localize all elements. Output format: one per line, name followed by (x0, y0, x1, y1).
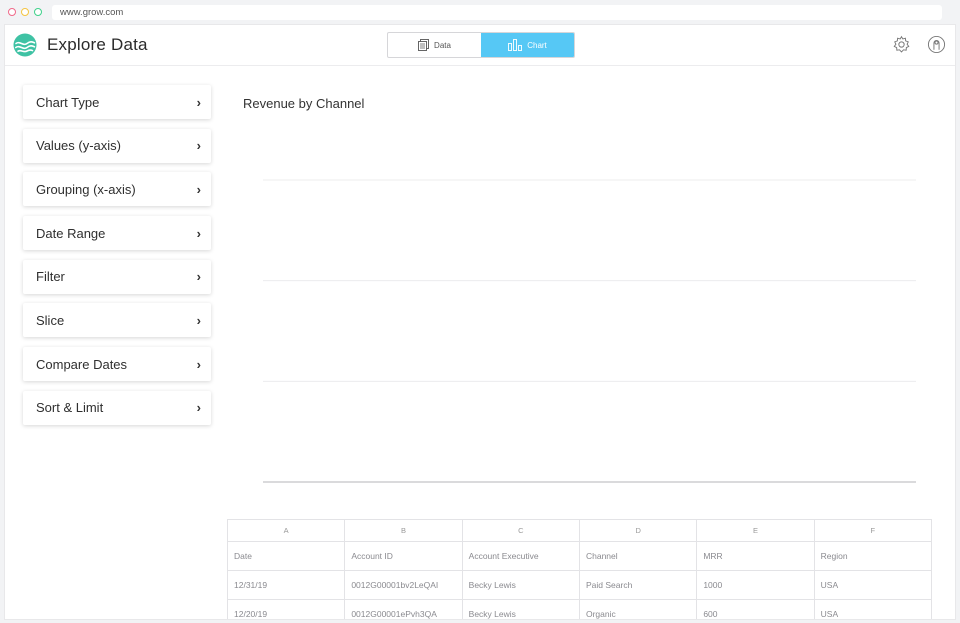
sidebar-item-compare-dates[interactable]: Compare Dates › (23, 347, 211, 382)
table-cell[interactable]: 600 (696, 599, 815, 619)
column-letter-row: ABCDEF (226, 519, 933, 542)
table-cell[interactable]: 0012G00001bv2LeQAI (344, 570, 463, 600)
table-row: 12/31/19 0012G00001bv2LeQAI Becky Lewis Pai… (226, 570, 933, 600)
sidebar-item-grouping[interactable]: Grouping (x-axis) › (23, 172, 211, 207)
tab-data-label: Data (434, 40, 451, 50)
sidebar-item-label: Chart Type (36, 94, 100, 110)
sidebar-item-label: Date Range (36, 225, 106, 241)
user-icon[interactable] (927, 35, 946, 54)
chevron-right-icon: › (196, 356, 201, 372)
table-cell[interactable]: Account Executive (461, 541, 580, 571)
tab-data[interactable]: Data (388, 33, 481, 57)
chevron-right-icon: › (196, 312, 201, 328)
chart-area: Revenue by Channel (227, 85, 927, 515)
chart-options-sidebar: Chart Type › Values (y-axis) › Grouping … (23, 85, 211, 435)
table-cell[interactable]: Becky Lewis (461, 599, 580, 619)
bar-chart-icon (508, 39, 523, 51)
maximize-window-button[interactable] (34, 8, 42, 16)
view-toggle: Data Chart (387, 32, 575, 58)
page-title: Explore Data (47, 35, 148, 54)
tab-chart-label: Chart (527, 40, 547, 50)
gear-icon[interactable] (892, 35, 911, 54)
table-cell[interactable]: USA (813, 570, 933, 600)
table-header-row: Date Account ID Account Executive Channel MR… (226, 541, 933, 571)
table-cell[interactable]: Organic (578, 599, 698, 619)
sidebar-item-label: Grouping (x-axis) (36, 181, 136, 197)
app-header: Explore Data Data Chart (5, 25, 955, 66)
table-cell[interactable]: USA (813, 599, 933, 619)
table-cell[interactable]: A (226, 519, 346, 542)
chevron-right-icon: › (196, 94, 201, 110)
sidebar-item-label: Sort & Limit (36, 400, 104, 416)
grow-logo-icon (13, 33, 37, 57)
sidebar-item-sort-limit[interactable]: Sort & Limit › (23, 390, 211, 425)
url-bar[interactable]: www.grow.com (52, 5, 942, 20)
table-cell[interactable]: E (696, 519, 815, 542)
sidebar-item-label: Compare Dates (36, 356, 128, 372)
table-cell[interactable]: MRR (696, 541, 815, 571)
chevron-right-icon: › (196, 225, 201, 241)
table-cell[interactable]: Paid Search (578, 570, 698, 600)
close-window-button[interactable] (8, 8, 16, 16)
table-cell[interactable]: F (813, 519, 933, 542)
table-cell[interactable]: C (461, 519, 580, 542)
sidebar-item-values[interactable]: Values (y-axis) › (23, 128, 211, 163)
data-table: A B C D E F Date Account ID Account Executive Cha… (226, 519, 933, 619)
table-cell[interactable]: 1000 (696, 570, 815, 600)
table-cell[interactable]: 0012G00001ePvh3QA (344, 599, 463, 619)
app-window: Explore Data Data Chart Chart Type › Val… (4, 24, 956, 620)
table-cell[interactable]: Becky Lewis (461, 570, 580, 600)
sidebar-item-label: Slice (36, 312, 65, 328)
sidebar-item-date-range[interactable]: Date Range › (23, 216, 211, 251)
tab-chart[interactable]: Chart (481, 33, 574, 57)
chart-plot (263, 179, 916, 483)
sidebar-item-label: Values (y-axis) (36, 138, 122, 154)
table-cell[interactable]: B (344, 519, 463, 542)
chevron-right-icon: › (196, 138, 201, 154)
browser-toolbar: www.grow.com (0, 0, 960, 24)
table-cell[interactable]: Account ID (344, 541, 463, 571)
table-cell[interactable]: D (578, 519, 698, 542)
chevron-right-icon: › (196, 181, 201, 197)
table-cell[interactable]: Date (226, 541, 346, 571)
document-icon (418, 39, 429, 51)
minimize-window-button[interactable] (21, 8, 29, 16)
table-row: 12/20/19 0012G00001ePvh3QA Becky Lewis Orga… (226, 599, 933, 619)
chevron-right-icon: › (196, 400, 201, 416)
sidebar-item-label: Filter (36, 269, 65, 285)
sidebar-item-filter[interactable]: Filter › (23, 259, 211, 294)
table-cell[interactable]: Region (813, 541, 933, 571)
chevron-right-icon: › (196, 269, 201, 285)
sidebar-item-slice[interactable]: Slice › (23, 303, 211, 338)
table-cell[interactable]: 12/20/19 (226, 599, 346, 619)
table-cell[interactable]: 12/31/19 (226, 570, 346, 600)
sidebar-item-chart-type[interactable]: Chart Type › (23, 85, 211, 119)
table-cell[interactable]: Channel (578, 541, 698, 571)
